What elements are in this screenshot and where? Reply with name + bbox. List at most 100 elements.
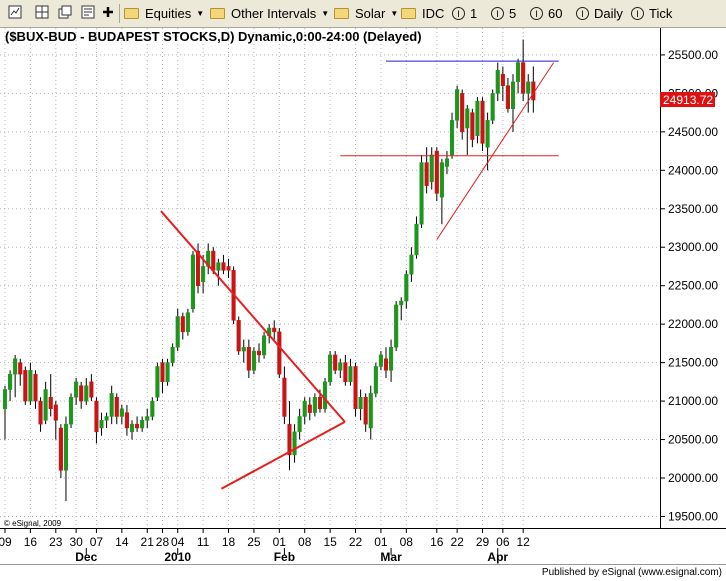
folder-icon bbox=[334, 8, 349, 19]
candle-body bbox=[221, 262, 226, 271]
candle bbox=[333, 351, 338, 375]
template-dropdown[interactable]: Solar ▼ bbox=[334, 3, 398, 24]
candle bbox=[99, 412, 104, 436]
candle-body bbox=[23, 370, 28, 402]
month-label: Mar bbox=[380, 550, 402, 564]
candle bbox=[449, 112, 455, 159]
link-windows-icon[interactable] bbox=[56, 3, 74, 21]
candle bbox=[43, 381, 48, 425]
candle bbox=[485, 112, 490, 171]
candle bbox=[94, 397, 99, 444]
candle-body bbox=[317, 396, 323, 410]
candle-body bbox=[343, 362, 348, 383]
candle-body bbox=[256, 350, 262, 356]
candle bbox=[28, 362, 33, 405]
add-symbol-icon[interactable] bbox=[99, 3, 117, 21]
candle bbox=[526, 74, 531, 113]
date-tick-label: 11 bbox=[197, 535, 210, 549]
equities-dropdown[interactable]: Equities ▼ bbox=[124, 3, 204, 24]
candle bbox=[302, 397, 307, 425]
grid-icon[interactable] bbox=[33, 3, 51, 21]
candle-body bbox=[140, 420, 145, 429]
folder-icon bbox=[124, 8, 139, 19]
candle bbox=[404, 270, 409, 309]
candle bbox=[206, 243, 211, 275]
date-axis: 09 16 23 30 07 14 21 28 04 11 18 25 01 08 15 22 01 08 16 22… bbox=[0, 528, 530, 564]
date-tick-label: 04 bbox=[171, 535, 185, 549]
candle-body bbox=[399, 300, 404, 306]
interval-icon: I bbox=[576, 7, 589, 20]
candle-body bbox=[38, 400, 43, 425]
tick-button[interactable]: I Tick bbox=[631, 3, 672, 24]
candle bbox=[348, 358, 353, 386]
candle bbox=[521, 39, 526, 102]
candle bbox=[13, 354, 18, 398]
candle-body bbox=[312, 396, 317, 413]
candle bbox=[272, 320, 277, 340]
candle bbox=[185, 308, 190, 336]
properties-icon[interactable] bbox=[79, 3, 97, 21]
candle-body bbox=[155, 366, 160, 398]
candle bbox=[282, 366, 287, 425]
candle bbox=[470, 108, 475, 148]
candle-body bbox=[43, 389, 48, 421]
candle-body bbox=[28, 370, 33, 402]
candle bbox=[495, 62, 500, 102]
trendline bbox=[436, 62, 555, 240]
candle-body bbox=[124, 412, 129, 429]
feed-button[interactable]: IDC bbox=[401, 3, 444, 24]
candle bbox=[190, 251, 196, 313]
candle-body bbox=[160, 362, 165, 383]
candle-body bbox=[404, 273, 409, 302]
candle bbox=[18, 358, 23, 386]
candle-body bbox=[465, 108, 470, 129]
new-chart-icon[interactable] bbox=[6, 3, 24, 21]
candle-body bbox=[439, 162, 444, 198]
chart-title: ($BUX-BUD - BUDAPEST STOCKS,D) Dynamic,0… bbox=[5, 29, 422, 44]
candle-body bbox=[63, 423, 69, 471]
candle bbox=[251, 347, 256, 375]
chevron-down-icon: ▼ bbox=[321, 9, 330, 18]
interval-1-button[interactable]: I 1 bbox=[452, 3, 477, 24]
candle-body bbox=[114, 396, 119, 417]
candle bbox=[389, 339, 394, 382]
candle-body bbox=[353, 366, 358, 410]
candle-body bbox=[490, 93, 495, 121]
other-intervals-dropdown[interactable]: Other Intervals ▼ bbox=[210, 3, 329, 24]
candle-body bbox=[348, 366, 353, 383]
candle-body bbox=[135, 423, 140, 429]
month-label: Apr bbox=[487, 550, 508, 564]
chevron-down-icon: ▼ bbox=[390, 9, 399, 18]
candle-body bbox=[272, 327, 277, 333]
candle-body bbox=[104, 416, 109, 421]
candle bbox=[419, 154, 424, 228]
candle bbox=[328, 351, 333, 386]
interval-5-button[interactable]: I 5 bbox=[491, 3, 516, 24]
candle-body bbox=[394, 304, 399, 348]
candle bbox=[84, 378, 89, 405]
candle bbox=[277, 328, 282, 378]
candle bbox=[373, 362, 378, 398]
candle-body bbox=[48, 396, 53, 410]
interval-60-button[interactable]: I 60 bbox=[530, 3, 562, 24]
date-tick-label: 01 bbox=[374, 535, 388, 549]
candle bbox=[38, 397, 43, 432]
daily-button[interactable]: I Daily bbox=[576, 3, 623, 24]
candle bbox=[140, 416, 145, 432]
candle-body bbox=[424, 162, 429, 186]
candle-body bbox=[175, 316, 180, 348]
candle-body bbox=[165, 362, 170, 383]
candle bbox=[175, 308, 180, 352]
candle bbox=[312, 393, 317, 417]
candle bbox=[129, 420, 135, 440]
candle bbox=[424, 147, 429, 194]
price-axis: 19500.00 20000.00 20500.00 21000.00 21500.00… bbox=[660, 48, 718, 523]
candle-body bbox=[33, 373, 38, 402]
candle-body bbox=[79, 385, 84, 402]
intervals-label: Other Intervals bbox=[231, 6, 317, 21]
date-tick-label: 12 bbox=[516, 535, 530, 549]
price-chart[interactable]: 19500.00 20000.00 20500.00 21000.00 21500.00… bbox=[0, 28, 726, 564]
candle bbox=[490, 89, 495, 125]
publisher-credit: Published by eSignal (www.esignal.com) bbox=[541, 567, 722, 578]
candle bbox=[135, 416, 140, 432]
